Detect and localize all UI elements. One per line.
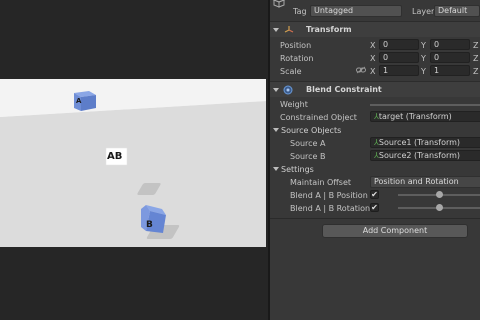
blend-rotation-slider-knob[interactable] — [435, 204, 443, 211]
constrained-object-label: Constrained Object — [280, 113, 357, 122]
transform-fold-icon[interactable] — [273, 28, 279, 32]
constrained-object-value: target (Transform) — [378, 112, 452, 121]
blend-position-label: Blend A | B Position — [290, 191, 368, 200]
tag-dropdown-value: Untagged — [314, 6, 354, 15]
source-objects-fold-icon[interactable] — [273, 128, 279, 132]
blend-constraint-header[interactable]: Blend Constraint — [270, 81, 480, 97]
constrain-proportions-icon[interactable] — [356, 66, 366, 74]
add-component-button[interactable]: Add Component — [322, 224, 468, 238]
scale-x-value: 1 — [383, 66, 389, 75]
transform-title: Transform — [306, 25, 352, 34]
source-objects-header[interactable]: Source Objects — [281, 126, 341, 136]
blend-position-checkbox[interactable]: ✔ — [370, 190, 379, 199]
rotation-y-value: 0 — [434, 53, 440, 62]
blend-rotation-label: Blend A | B Rotation — [290, 204, 371, 213]
scale-x-label[interactable]: X — [370, 67, 375, 77]
scale-y-value: 1 — [434, 66, 440, 75]
position-z-label[interactable]: Z — [473, 41, 478, 51]
blend-constraint-title: Blend Constraint — [306, 85, 382, 94]
scale-z-label[interactable]: Z — [473, 67, 478, 77]
position-x-value: 0 — [383, 40, 389, 49]
blend-rotation-checkbox[interactable]: ✔ — [370, 203, 379, 212]
source-b-field[interactable]: ⅄Source2 (Transform) — [370, 150, 480, 161]
source-b-value: Source2 (Transform) — [378, 151, 461, 160]
position-y-field[interactable]: 0 — [430, 39, 470, 50]
weight-slider[interactable] — [370, 104, 480, 106]
add-component-label: Add Component — [362, 226, 428, 235]
position-x-field[interactable]: 0 — [379, 39, 419, 50]
rotation-z-label[interactable]: Z — [473, 54, 478, 64]
maintain-offset-label: Maintain Offset — [290, 178, 352, 187]
scale-x-field[interactable]: 1 — [379, 65, 419, 76]
cube-b[interactable] — [138, 203, 168, 237]
gameobject-icon — [272, 0, 286, 8]
cube-b-label: B — [146, 220, 153, 230]
layer-dropdown[interactable]: Default — [434, 5, 480, 17]
tag-label: Tag — [293, 7, 307, 16]
source-a-field[interactable]: ⅄Source1 (Transform) — [370, 137, 480, 148]
position-x-label[interactable]: X — [370, 41, 375, 51]
transform-header[interactable]: Transform — [270, 21, 480, 37]
maintain-offset-value: Position and Rotation — [374, 177, 459, 186]
transform-icon — [284, 26, 294, 33]
blend-constraint-icon — [283, 85, 293, 95]
settings-fold-icon[interactable] — [273, 167, 279, 171]
component-separator — [270, 218, 480, 219]
ground-plane — [0, 79, 266, 247]
cube-a-label: A — [76, 97, 82, 105]
blend-position-slider-knob[interactable] — [435, 191, 443, 198]
rotation-x-label[interactable]: X — [370, 54, 375, 64]
rotation-x-field[interactable]: 0 — [379, 52, 419, 63]
position-y-label[interactable]: Y — [421, 41, 426, 51]
tag-dropdown[interactable]: Untagged — [310, 5, 402, 17]
maintain-offset-dropdown[interactable]: Position and Rotation — [370, 176, 480, 188]
source-a-label: Source A — [290, 139, 326, 148]
settings-header[interactable]: Settings — [281, 165, 314, 175]
scale-y-label[interactable]: Y — [421, 67, 426, 77]
cube-ab-label: AB — [107, 151, 123, 162]
blend-constraint-fold-icon[interactable] — [273, 88, 279, 92]
rotation-y-field[interactable]: 0 — [430, 52, 470, 63]
scale-y-field[interactable]: 1 — [430, 65, 470, 76]
weight-label: Weight — [280, 100, 308, 109]
rotation-y-label[interactable]: Y — [421, 54, 426, 64]
scene-view[interactable]: A AB B — [0, 0, 268, 320]
constrained-object-field[interactable]: ⅄target (Transform) — [370, 111, 480, 122]
layer-label: Layer — [412, 7, 435, 16]
position-y-value: 0 — [434, 40, 440, 49]
source-a-value: Source1 (Transform) — [378, 138, 461, 147]
layer-dropdown-value: Default — [438, 6, 468, 15]
scale-label: Scale — [280, 67, 302, 76]
position-label: Position — [280, 41, 312, 50]
rotation-label: Rotation — [280, 54, 314, 63]
inspector-panel: Tag Untagged Layer Default Transform Pos… — [270, 0, 480, 320]
source-b-label: Source B — [290, 152, 326, 161]
rotation-x-value: 0 — [383, 53, 389, 62]
scene-viewport[interactable]: A AB B — [0, 79, 266, 247]
